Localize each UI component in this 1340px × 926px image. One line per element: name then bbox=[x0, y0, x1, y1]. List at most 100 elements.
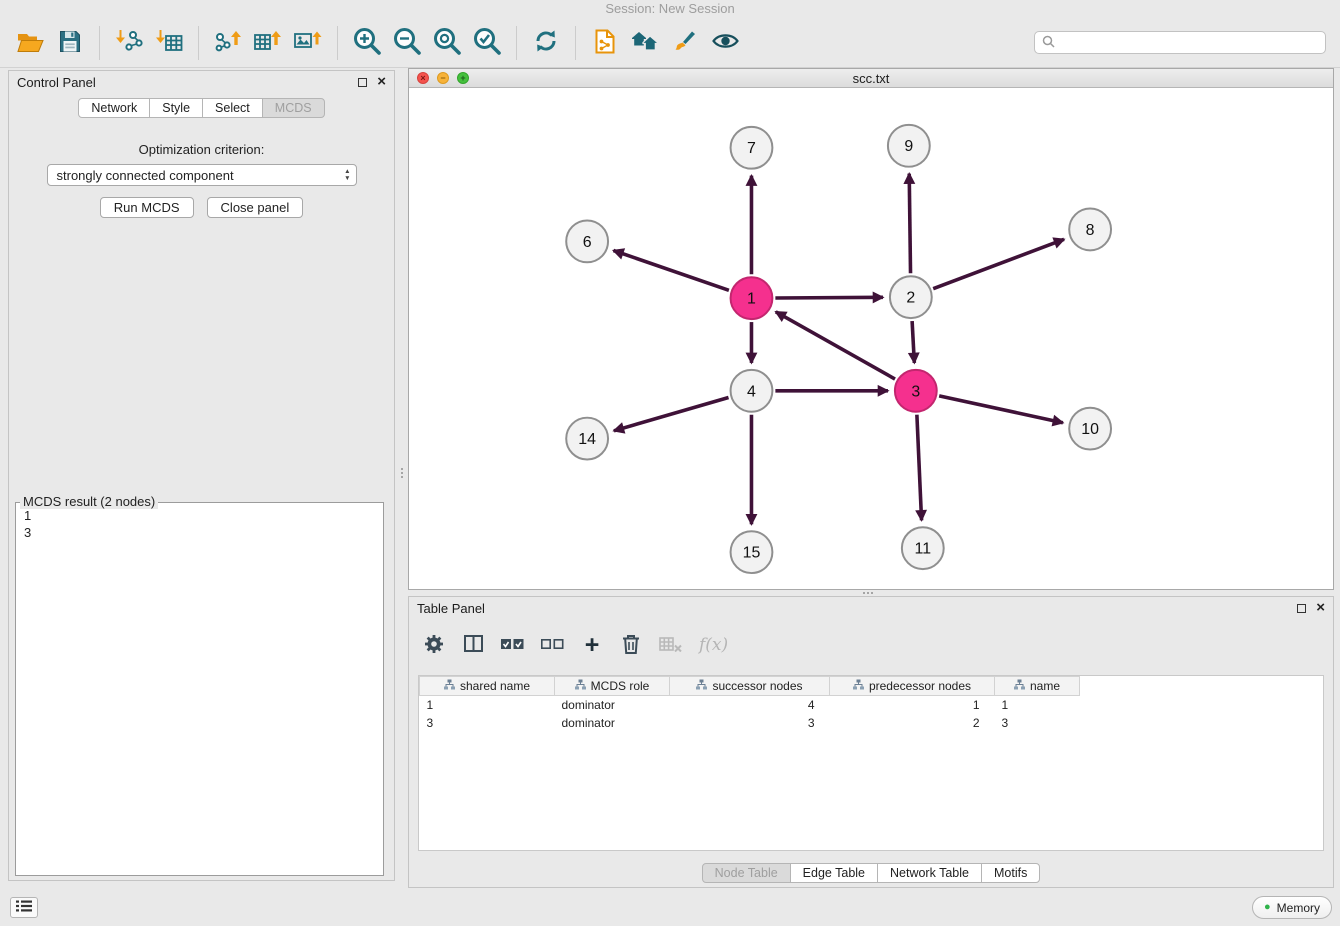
float-window-icon[interactable] bbox=[1297, 604, 1306, 613]
apply-style-button[interactable] bbox=[667, 23, 703, 63]
search-box[interactable] bbox=[1034, 31, 1326, 54]
graph-edge-2-3[interactable] bbox=[912, 321, 914, 363]
function-builder-button[interactable]: f(x) bbox=[699, 635, 728, 655]
graph-node-10[interactable]: 10 bbox=[1069, 408, 1111, 450]
create-new-column-button[interactable]: + bbox=[581, 634, 603, 656]
refresh-icon bbox=[533, 28, 559, 57]
network-canvas[interactable]: 7 9 6 8 1 2 4 3 14 10 15 11 bbox=[409, 88, 1333, 589]
cp-tab-select[interactable]: Select bbox=[202, 98, 263, 118]
import-network-from-file-button[interactable] bbox=[111, 23, 147, 63]
column-header-predecessor-nodes[interactable]: predecessor nodes bbox=[830, 677, 995, 696]
column-header-name[interactable]: name bbox=[995, 677, 1080, 696]
graph-node-15[interactable]: 15 bbox=[731, 531, 773, 573]
doc-network-icon bbox=[594, 29, 616, 57]
show-columns-button[interactable] bbox=[462, 635, 484, 655]
graph-node-9[interactable]: 9 bbox=[888, 125, 930, 167]
export-table-button[interactable] bbox=[250, 23, 286, 63]
export-network-icon bbox=[214, 29, 242, 56]
column-tree-icon bbox=[1014, 679, 1025, 693]
graph-node-14[interactable]: 14 bbox=[566, 418, 608, 460]
graph-node-11[interactable]: 11 bbox=[902, 527, 944, 569]
table-tab-network-table[interactable]: Network Table bbox=[877, 863, 982, 883]
window-minimize-icon[interactable]: − bbox=[437, 72, 449, 84]
graph-edge-2-8[interactable] bbox=[933, 239, 1064, 288]
zoom-out-button[interactable] bbox=[389, 23, 425, 63]
column-header-successor-nodes[interactable]: successor nodes bbox=[670, 677, 830, 696]
export-network-button[interactable] bbox=[210, 23, 246, 63]
zoom-fit-content-button[interactable] bbox=[429, 23, 465, 63]
gear-icon bbox=[424, 634, 444, 657]
cell-filler bbox=[1080, 696, 1324, 714]
network-window-titlebar[interactable]: × − + scc.txt bbox=[409, 69, 1333, 88]
cp-tab-mcds[interactable]: MCDS bbox=[262, 98, 325, 118]
network-overview-button[interactable] bbox=[627, 23, 663, 63]
close-panel-icon[interactable]: × bbox=[377, 75, 386, 89]
zoom-selected-icon bbox=[472, 26, 502, 59]
column-header-shared-name[interactable]: shared name bbox=[420, 677, 555, 696]
cp-tab-network[interactable]: Network bbox=[78, 98, 150, 118]
graph-node-2[interactable]: 2 bbox=[890, 276, 932, 318]
node-label: 4 bbox=[747, 383, 756, 400]
search-icon bbox=[1042, 35, 1055, 51]
memory-button[interactable]: ● Memory bbox=[1252, 896, 1332, 919]
window-close-icon[interactable]: × bbox=[417, 72, 429, 84]
run-mcds-button[interactable]: Run MCDS bbox=[100, 197, 194, 218]
toolbar-button-group bbox=[10, 23, 745, 63]
memory-label: Memory bbox=[1277, 901, 1320, 915]
refresh-view-button[interactable] bbox=[528, 23, 564, 63]
graph-node-3[interactable]: 3 bbox=[895, 370, 937, 412]
import-table-from-file-button[interactable] bbox=[151, 23, 187, 63]
node-label: 1 bbox=[747, 291, 756, 308]
task-history-button[interactable] bbox=[10, 897, 38, 918]
table-row-2[interactable]: 3dominator323 bbox=[420, 714, 1324, 732]
network-graph: 7 9 6 8 1 2 4 3 14 10 15 11 bbox=[409, 88, 1333, 589]
graph-node-7[interactable]: 7 bbox=[731, 127, 773, 169]
show-hide-graphics-details-button[interactable] bbox=[707, 23, 743, 63]
graph-edge-3-11[interactable] bbox=[917, 415, 922, 521]
deselect-all-rows-button[interactable] bbox=[541, 638, 564, 653]
table-panel-header: Table Panel × bbox=[409, 597, 1333, 619]
graph-edge-4-14[interactable] bbox=[614, 397, 729, 430]
window-zoom-icon[interactable]: + bbox=[457, 72, 469, 84]
node-label: 14 bbox=[578, 431, 596, 448]
graph-node-8[interactable]: 8 bbox=[1069, 209, 1111, 251]
optimization-criterion-select[interactable]: strongly connected component ▲ ▼ bbox=[47, 164, 357, 186]
table-tab-edge-table[interactable]: Edge Table bbox=[790, 863, 878, 883]
close-panel-button[interactable]: Close panel bbox=[207, 197, 304, 218]
cell-shared-name: 3 bbox=[420, 714, 555, 732]
delete-table-button[interactable] bbox=[659, 636, 682, 655]
graph-edge-1-2[interactable] bbox=[775, 297, 883, 298]
table-mode-button[interactable] bbox=[423, 634, 445, 657]
search-input[interactable] bbox=[1060, 36, 1318, 50]
graph-node-6[interactable]: 6 bbox=[566, 220, 608, 262]
export-image-button[interactable] bbox=[290, 23, 326, 63]
mcds-result-line: 3 bbox=[24, 524, 375, 541]
zoom-fit-icon bbox=[432, 26, 462, 59]
zoom-in-button[interactable] bbox=[349, 23, 385, 63]
open-file-button[interactable] bbox=[12, 23, 48, 63]
trash-icon bbox=[622, 634, 640, 657]
graph-edge-1-6[interactable] bbox=[613, 250, 728, 290]
table-tab-node-table[interactable]: Node Table bbox=[702, 863, 791, 883]
graph-edge-3-1[interactable] bbox=[776, 312, 895, 379]
graph-node-1[interactable]: 1 bbox=[731, 277, 773, 319]
cell-name: 3 bbox=[995, 714, 1080, 732]
select-all-rows-button[interactable] bbox=[501, 638, 524, 653]
node-label: 11 bbox=[915, 541, 932, 558]
export-table-icon bbox=[254, 29, 282, 56]
close-panel-icon[interactable]: × bbox=[1316, 601, 1325, 615]
save-session-button[interactable] bbox=[52, 23, 88, 63]
table-row-1[interactable]: 1dominator411 bbox=[420, 696, 1324, 714]
graph-edge-2-9[interactable] bbox=[909, 174, 910, 274]
zoom-selected-region-button[interactable] bbox=[469, 23, 505, 63]
graph-edge-3-10[interactable] bbox=[939, 396, 1063, 423]
column-header-mcds-role[interactable]: MCDS role bbox=[555, 677, 670, 696]
open-session-document-button[interactable] bbox=[587, 23, 623, 63]
delete-columns-button[interactable] bbox=[620, 634, 642, 657]
cp-tab-style[interactable]: Style bbox=[149, 98, 203, 118]
vertical-splitter-handle[interactable] bbox=[398, 461, 405, 485]
graph-node-4[interactable]: 4 bbox=[731, 370, 773, 412]
table-tab-motifs[interactable]: Motifs bbox=[981, 863, 1040, 883]
float-window-icon[interactable] bbox=[358, 78, 367, 87]
node-label: 7 bbox=[747, 140, 756, 157]
